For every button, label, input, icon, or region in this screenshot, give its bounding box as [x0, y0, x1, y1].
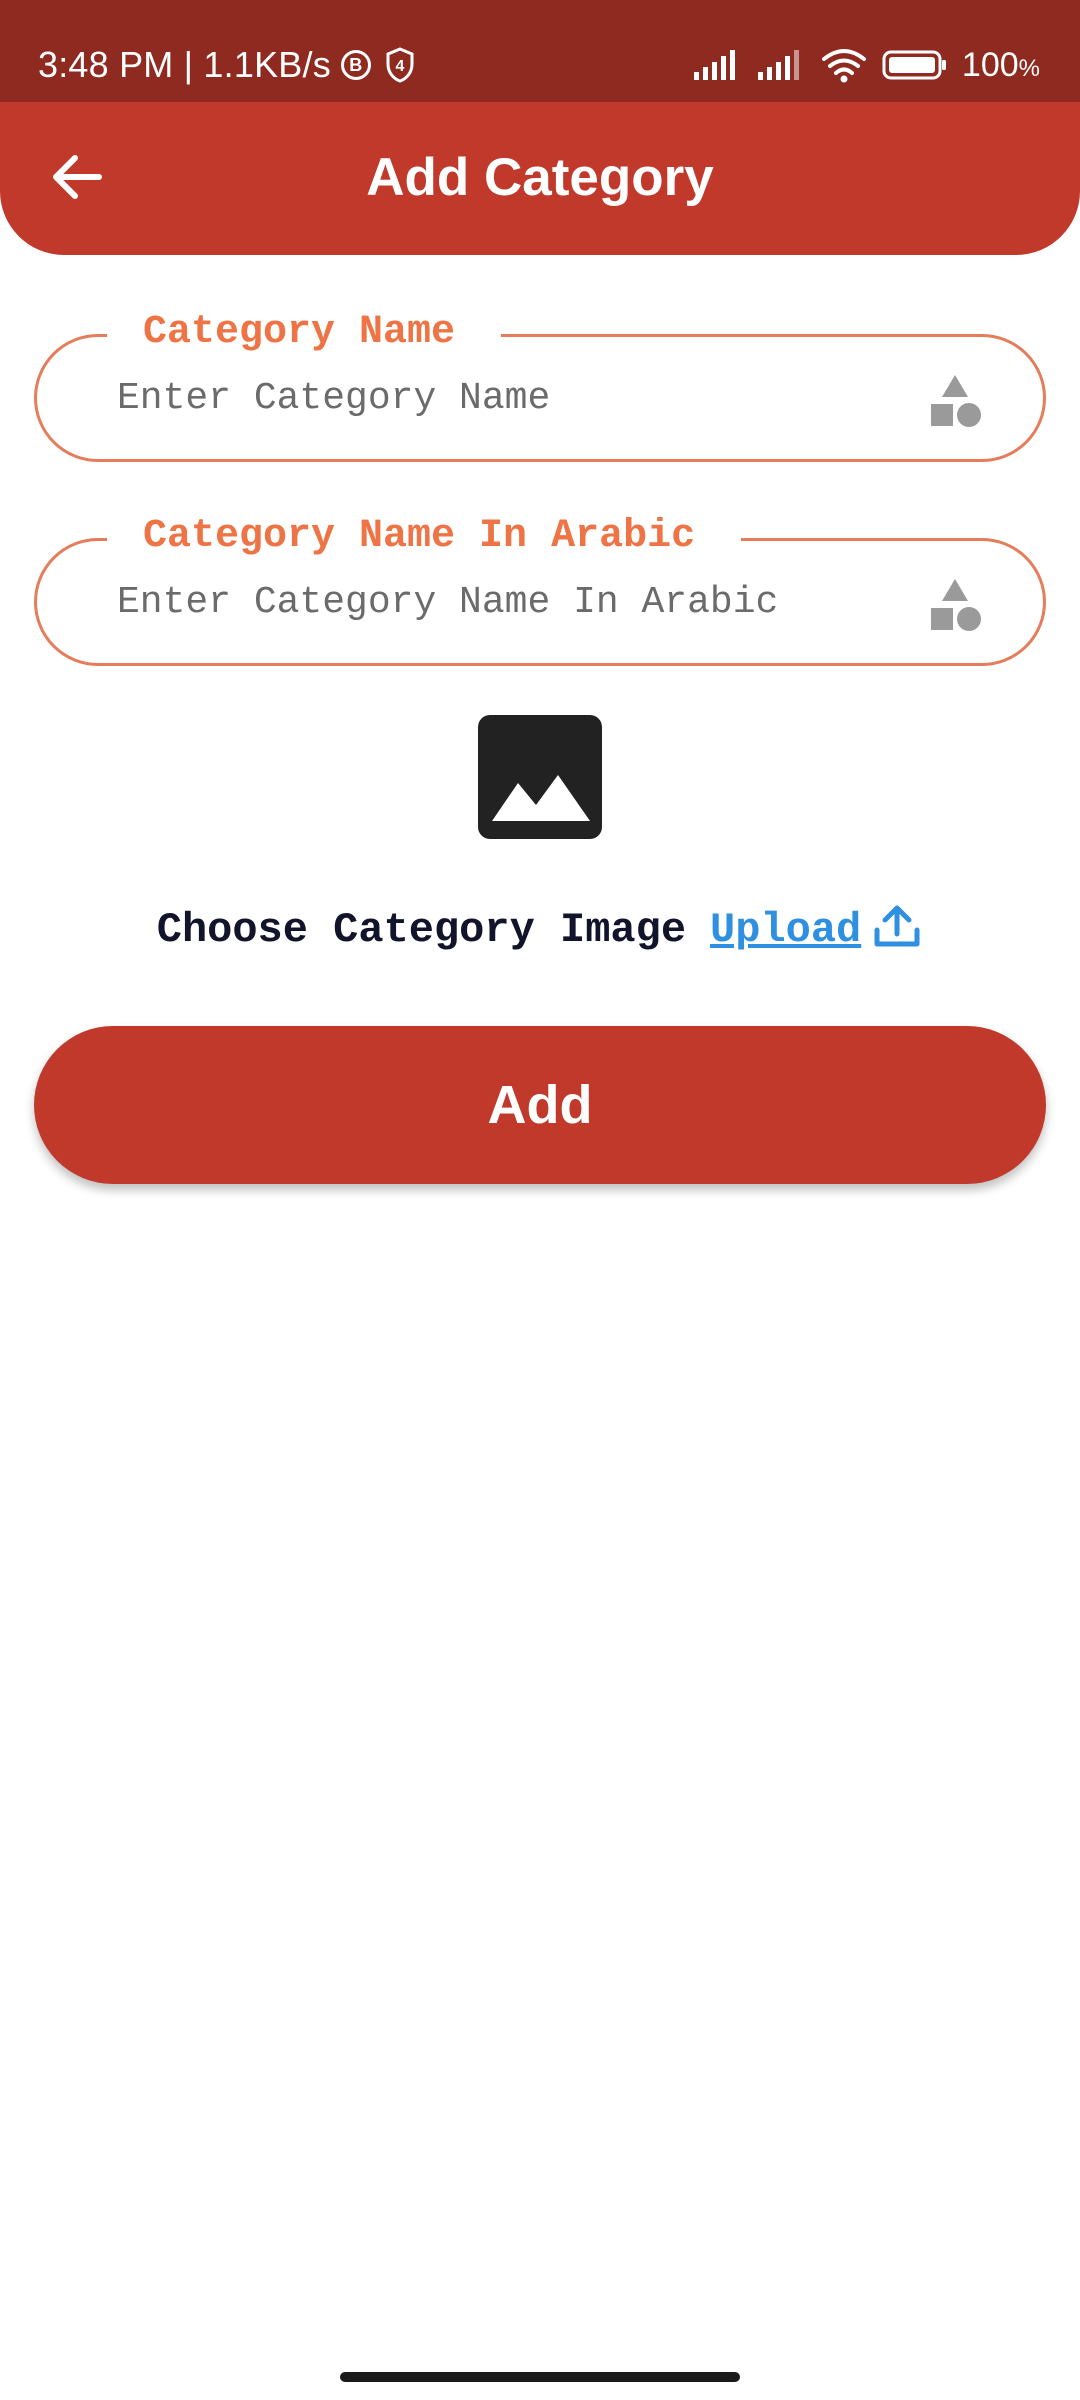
battery-icon	[882, 50, 946, 80]
add-button[interactable]: Add	[34, 1026, 1046, 1184]
category-name-arabic-input[interactable]	[117, 541, 897, 663]
shield-icon: 4	[386, 47, 414, 83]
category-shapes-icon	[931, 375, 981, 427]
image-placeholder-icon[interactable]	[478, 715, 602, 839]
category-name-arabic-field: Category Name In Arabic	[34, 509, 1046, 666]
category-shapes-icon	[931, 579, 981, 631]
battery-level: 100%	[961, 45, 1040, 84]
upload-link[interactable]: Upload	[710, 906, 861, 954]
b-badge-icon: B	[340, 50, 371, 80]
upload-icon[interactable]	[871, 900, 923, 952]
page-title: Add Category	[366, 148, 714, 207]
status-bar: 3:48 PM | 1.1KB/s B 4 100%	[0, 0, 1080, 102]
wifi-icon	[821, 49, 866, 83]
category-name-field: Category Name	[34, 305, 1046, 462]
choose-image-row: Choose Category Image Upload	[0, 900, 1080, 960]
signal-icon-2	[757, 50, 799, 80]
shield-number: 4	[395, 58, 404, 75]
status-time-speed: 3:48 PM | 1.1KB/s	[38, 44, 331, 85]
home-indicator[interactable]	[340, 2372, 740, 2382]
signal-icon	[693, 50, 735, 80]
app-bar: Add Category	[0, 102, 1080, 255]
category-name-input[interactable]	[117, 337, 897, 459]
choose-image-text: Choose Category Image	[156, 906, 687, 954]
